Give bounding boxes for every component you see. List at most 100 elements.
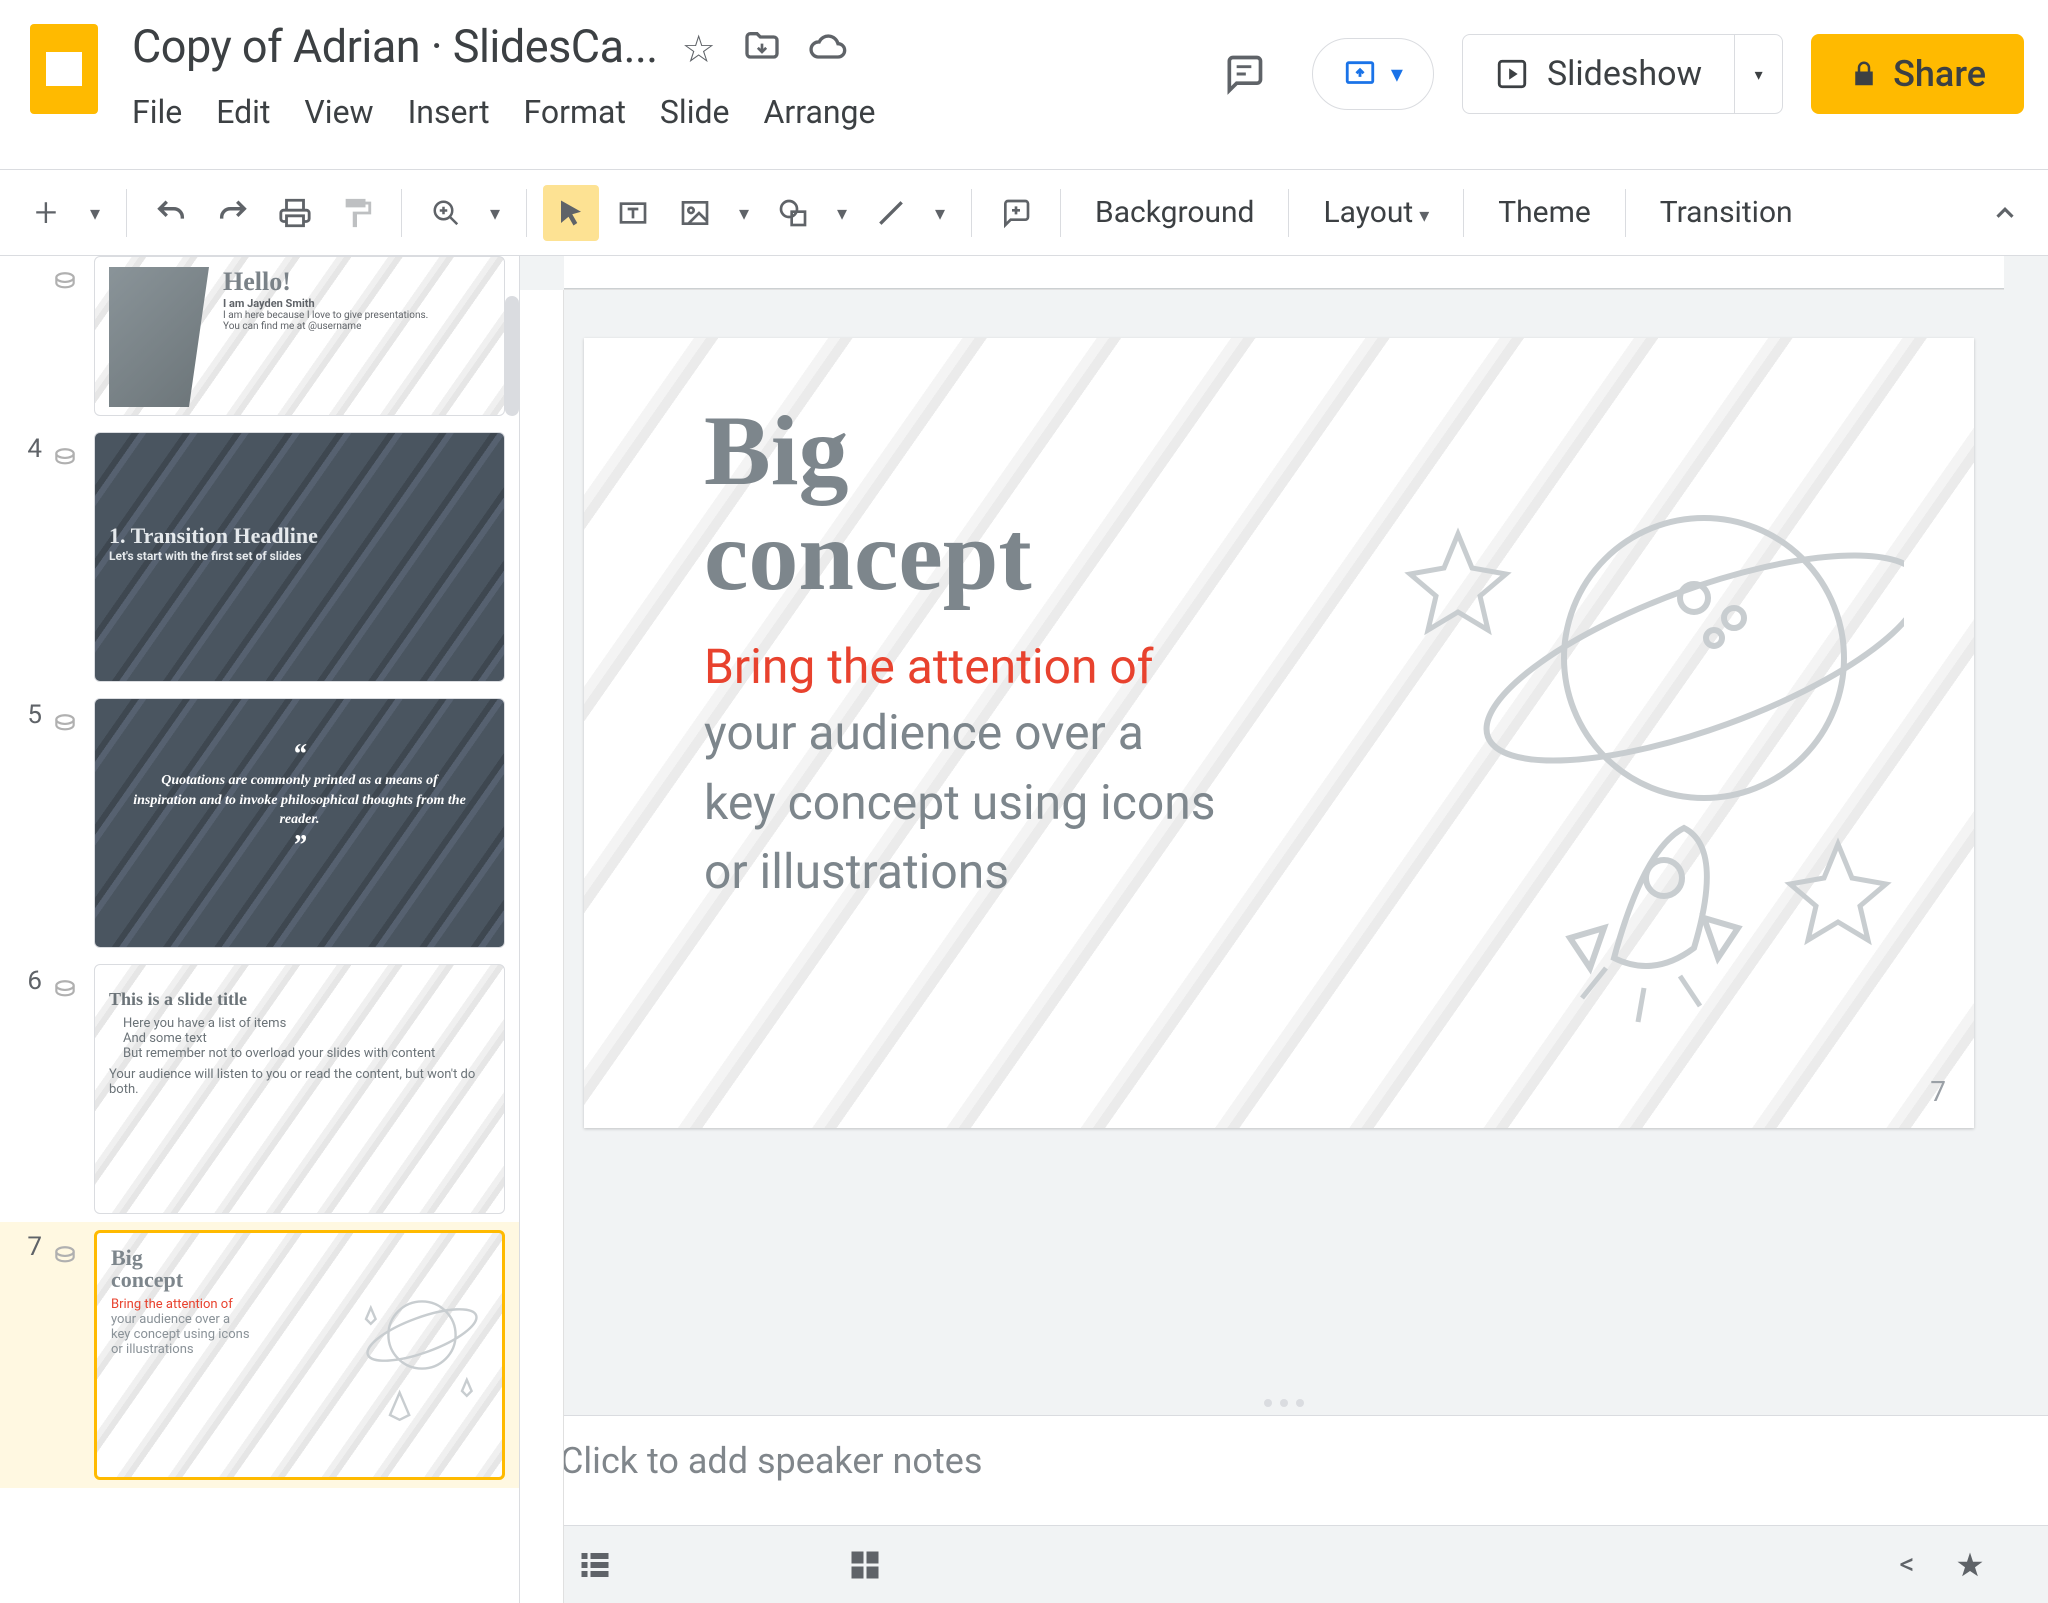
space-art-icon [334,1267,494,1467]
slideshow-dropdown[interactable]: ▾ [1734,35,1782,113]
thumb-text: Let's start with the first set of slides [109,549,490,563]
menu-format[interactable]: Format [524,93,626,131]
slide-thumb-7[interactable]: 7 Big concept Bring the attention of you… [0,1222,519,1488]
present-dropdown[interactable]: ▾ [1312,38,1434,110]
notes-resize-handle[interactable] [520,1391,2048,1415]
notes-icon [52,698,84,738]
quote-open-icon: “ [109,739,490,771]
menu-file[interactable]: File [132,93,182,131]
ruler-horizontal[interactable] [564,256,2004,290]
zoom-dropdown[interactable]: ▾ [480,185,510,241]
stage-wrap[interactable]: Big concept Bring the attention of your … [520,290,2048,1391]
slide-subtitle-red[interactable]: Bring the attention of [704,638,1153,695]
ruler-vertical[interactable] [520,290,564,1603]
slideshow-button[interactable]: Slideshow [1463,54,1734,94]
app-logo[interactable] [14,14,114,114]
filmstrip-view-button[interactable] [560,1540,630,1590]
menu-edit[interactable]: Edit [216,93,270,131]
star-icon[interactable]: ☆ [682,27,716,72]
collapse-toolbar-button[interactable] [1990,198,2030,228]
redo-button[interactable] [205,185,261,241]
speaker-notes[interactable]: Click to add speaker notes [520,1415,2048,1525]
transition-button[interactable]: Transition [1642,195,1811,230]
separator [401,189,402,237]
slide-title[interactable]: Big concept [704,398,1032,608]
image-dropdown[interactable]: ▾ [729,185,759,241]
title-line-1: Big [704,395,848,506]
thumb-title: 1. Transition Headline [109,523,490,549]
body-line: or illustrations [704,837,1216,907]
thumb-number: 6 [14,964,42,996]
grid-view-button[interactable] [830,1540,900,1590]
separator [526,189,527,237]
thumb-text: And some text [109,1031,490,1046]
document-title[interactable]: Copy of Adrian · SlidesCa... [132,20,658,73]
menu-insert[interactable]: Insert [408,93,490,131]
thumb-canvas: 1. Transition Headline Let's start with … [94,432,505,682]
slide-thumb-5[interactable]: 5 “ Quotations are commonly printed as a… [0,690,519,956]
thumb-text: But remember not to overload your slides… [109,1046,490,1061]
separator [1288,189,1289,237]
zoom-button[interactable] [418,185,474,241]
slide-thumb-4[interactable]: 4 1. Transition Headline Let's start wit… [0,424,519,690]
layout-button[interactable]: Layout [1305,195,1447,230]
background-button[interactable]: Background [1077,195,1272,230]
image-tool[interactable] [667,185,723,241]
slide-thumb-6[interactable]: 6 This is a slide title Here you have a … [0,956,519,1222]
separator [971,189,972,237]
main: Hello! I am Jayden Smith I am here becau… [0,256,2048,1603]
space-illustration[interactable] [1384,478,1904,1038]
thumb-text: I am here because I love to give present… [223,310,428,321]
separator [1060,189,1061,237]
print-button[interactable] [267,185,323,241]
comment-add-button[interactable] [988,185,1044,241]
theme-button[interactable]: Theme [1480,195,1609,230]
filmstrip[interactable]: Hello! I am Jayden Smith I am here becau… [0,256,520,1603]
thumb-text: Here you have a list of items [109,1010,490,1031]
new-slide-dropdown[interactable]: ▾ [80,185,110,241]
share-button[interactable]: Share [1811,34,2024,114]
textbox-tool[interactable] [605,185,661,241]
header: Copy of Adrian · SlidesCa... ☆ File Edit… [0,0,2048,170]
shape-tool[interactable] [765,185,821,241]
undo-button[interactable] [143,185,199,241]
line-tool[interactable] [863,185,919,241]
share-label: Share [1893,53,1986,95]
comments-button[interactable] [1204,34,1284,114]
notes-icon [52,432,84,472]
new-slide-button[interactable]: + [18,185,74,241]
slide-canvas[interactable]: Big concept Bring the attention of your … [584,338,1974,1128]
header-actions: ▾ Slideshow ▾ Share [1204,14,2024,114]
body-line: key concept using icons [704,768,1216,838]
thumb-title: This is a slide title [109,989,490,1010]
thumb-canvas: “ Quotations are commonly printed as a m… [94,698,505,948]
toolbar: + ▾ ▾ ▾ ▾ ▾ Background Layout Theme Tran… [0,170,2048,256]
explore-collapse-button[interactable]: < [1872,1540,1942,1590]
separator [126,189,127,237]
thumb-number [14,256,42,258]
slide-thumb-3[interactable]: Hello! I am Jayden Smith I am here becau… [0,256,519,424]
notes-icon [52,964,84,1004]
thumb-canvas: Hello! I am Jayden Smith I am here becau… [94,256,505,416]
menu-arrange[interactable]: Arrange [764,93,876,131]
select-tool[interactable] [543,185,599,241]
cloud-status-icon[interactable] [808,27,848,72]
body-line: your audience over a [704,698,1216,768]
app-root: Copy of Adrian · SlidesCa... ☆ File Edit… [0,0,2048,1603]
paint-format-button[interactable] [329,185,385,241]
line-dropdown[interactable]: ▾ [925,185,955,241]
notes-icon [52,1230,84,1270]
thumb-title: Big [111,1247,488,1269]
menu-view[interactable]: View [304,93,373,131]
explore-button[interactable] [1942,1537,1998,1593]
slide-body-text[interactable]: your audience over a key concept using i… [704,698,1216,907]
slideshow-button-group: Slideshow ▾ [1462,34,1783,114]
thumb-title: Hello! [223,267,428,297]
slideshow-label: Slideshow [1547,54,1702,94]
move-folder-icon[interactable] [742,27,782,72]
shape-dropdown[interactable]: ▾ [827,185,857,241]
thumb-canvas: This is a slide title Here you have a li… [94,964,505,1214]
thumb-number: 4 [14,432,42,464]
thumb-text: Your audience will listen to you or read… [109,1061,490,1097]
menu-slide[interactable]: Slide [660,93,730,131]
